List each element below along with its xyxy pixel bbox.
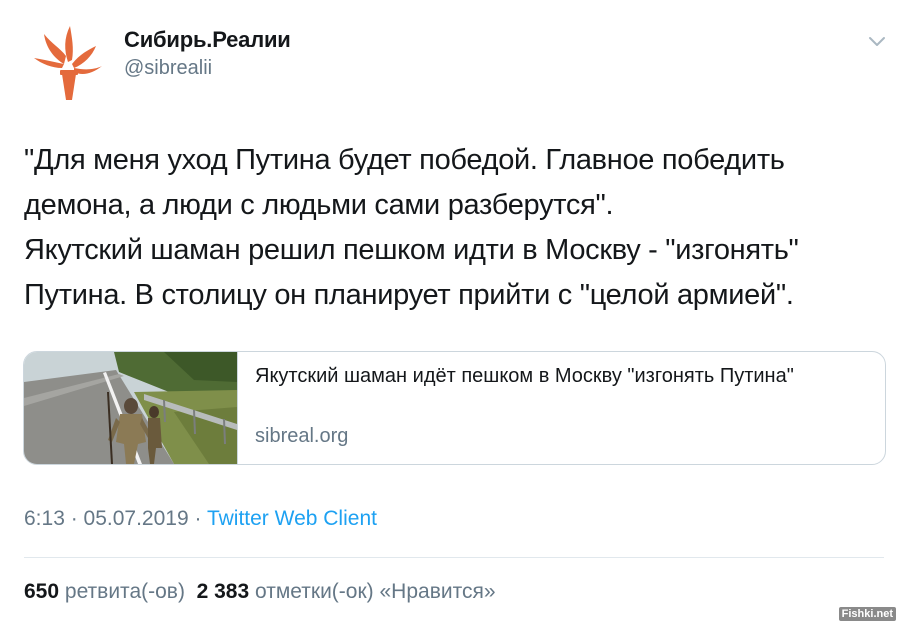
tweet-meta: 6:13 · 05.07.2019 · Twitter Web Client [24,507,377,531]
tweet-line: Путина. В столицу он планирует прийти с … [24,279,794,311]
card-title[interactable]: Якутский шаман идёт пешком в Москву "изг… [255,362,855,390]
sibreal-logo-avatar[interactable] [24,18,112,106]
account-name[interactable]: Сибирь.Реалии [124,27,291,53]
tweet-line: Якутский шаман решил пешком идти в Москв… [24,234,799,266]
watermark: Fishki.net [838,607,896,621]
card-thumbnail-image[interactable] [24,352,238,464]
tweet-line: демона, а люди с людьми сами разберутся"… [24,189,614,221]
tweet-container: Сибирь.Реалии @sibrealii "Для меня уход … [0,0,900,627]
tweet-time[interactable]: 6:13 [24,507,65,530]
tweet-line: "Для меня уход Путина будет победой. Гла… [24,144,785,176]
divider [24,557,884,558]
meta-separator: · [64,507,84,530]
meta-separator: · [188,507,207,530]
card-domain: sibreal.org [255,425,349,447]
tweet-date[interactable]: 05.07.2019 [84,507,189,530]
account-handle[interactable]: @sibrealii [124,57,212,80]
tweet-client-link[interactable]: Twitter Web Client [207,507,377,530]
likes-label[interactable]: отметки(-ок) «Нравится» [255,580,496,603]
chevron-down-icon[interactable] [868,34,886,48]
likes-count[interactable]: 2 383 [197,580,250,603]
tweet-stats: 650 ретвита(-ов) 2 383 отметки(-ок) «Нра… [24,580,496,604]
retweets-label[interactable]: ретвита(-ов) [65,580,185,603]
retweets-count[interactable]: 650 [24,580,59,603]
tweet-text: "Для меня уход Путина будет победой. Гла… [24,138,884,318]
link-preview-card[interactable]: Якутский шаман идёт пешком в Москву "изг… [23,351,886,465]
